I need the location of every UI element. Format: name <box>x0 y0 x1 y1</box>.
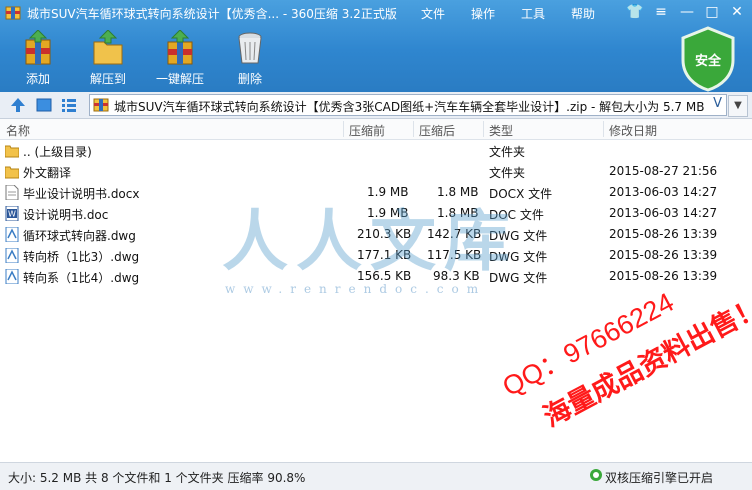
row-name: .. (上级目录) <box>23 145 92 159</box>
close-button[interactable]: ✕ <box>726 3 748 21</box>
column-name[interactable]: 名称 <box>6 122 30 139</box>
menu-operate[interactable]: 操作 <box>471 5 495 22</box>
status-bar: 大小: 5.2 MB 共 8 个文件和 1 个文件夹 压缩率 90.8% 双核压… <box>0 462 752 490</box>
address-row: 城市SUV汽车循环球式转向系统设计【优秀含3张CAD图纸+汽车车辆全套毕业设计】… <box>0 92 752 119</box>
extract-folder-icon <box>93 30 123 65</box>
column-divider[interactable] <box>483 121 484 137</box>
window-chrome: 城市SUV汽车循环球式转向系统设计【优秀含... - 360压缩 3.2正式版 … <box>0 0 752 92</box>
svg-text:W: W <box>8 210 16 219</box>
watermark-url: www.renrendoc.com <box>225 282 487 296</box>
column-divider[interactable] <box>413 121 414 137</box>
add-button[interactable]: 添加 <box>8 28 68 88</box>
menu-icon[interactable]: ≡ <box>650 3 672 21</box>
skin-icon[interactable]: 👕 <box>624 3 646 21</box>
address-dropdown-button[interactable]: ▼ <box>728 95 748 117</box>
security-shield[interactable]: 安全 <box>679 26 737 92</box>
title-bar: 城市SUV汽车循环球式转向系统设计【优秀含... - 360压缩 3.2正式版 … <box>0 0 752 26</box>
row-name: 设计说明书.doc <box>23 208 109 222</box>
row-date: 2015-08-27 21:56 <box>609 164 718 178</box>
folder-icon <box>5 166 19 179</box>
address-path: 城市SUV汽车循环球式转向系统设计【优秀含3张CAD图纸+汽车车辆全套毕业设计】… <box>114 100 705 114</box>
row-type: 文件夹 <box>489 166 526 180</box>
column-divider[interactable] <box>603 121 604 137</box>
trash-icon <box>238 32 262 64</box>
status-summary: 大小: 5.2 MB 共 8 个文件和 1 个文件夹 压缩率 90.8% <box>8 471 306 485</box>
watermark-logo: 人人文库 <box>222 202 518 280</box>
column-headers: 名称 压缩前 压缩后 类型 修改日期 <box>0 119 752 140</box>
row-date: 2013-06-03 14:27 <box>609 206 718 220</box>
row-type: 文件夹 <box>489 145 526 159</box>
column-size[interactable]: 压缩前 <box>349 122 385 139</box>
minimize-button[interactable]: — <box>676 3 698 21</box>
column-type[interactable]: 类型 <box>489 122 513 139</box>
maximize-button[interactable]: □ <box>701 3 723 21</box>
document-icon <box>5 185 19 200</box>
menu-file[interactable]: 文件 <box>421 5 445 22</box>
delete-button[interactable]: 删除 <box>220 28 280 88</box>
column-divider[interactable] <box>343 121 344 137</box>
row-date: 2015-08-26 13:39 <box>609 269 718 283</box>
column-packed[interactable]: 压缩后 <box>419 122 455 139</box>
one-click-extract-icon <box>167 30 193 65</box>
dwg-icon <box>5 269 19 284</box>
word-icon: W <box>5 206 19 221</box>
row-name: 外文翻译 <box>23 166 72 180</box>
engine-icon <box>590 469 602 481</box>
app-icon <box>5 6 21 20</box>
window-title: 城市SUV汽车循环球式转向系统设计【优秀含... - 360压缩 3.2正式版 <box>27 7 397 21</box>
folder-icon <box>5 145 19 158</box>
archive-icon <box>93 98 109 112</box>
row-date: 2013-06-03 14:27 <box>609 185 718 199</box>
status-engine: 双核压缩引擎已开启 <box>605 471 714 485</box>
row-date: 2015-08-26 13:39 <box>609 227 718 241</box>
row-name: 循环球式转向器.dwg <box>23 229 136 243</box>
add-archive-icon <box>25 30 51 65</box>
table-row[interactable]: 外文翻译 文件夹 2015-08-27 21:56 <box>0 161 752 182</box>
row-name: 转向桥（1比3）.dwg <box>23 250 140 264</box>
chevron-down-icon[interactable]: V <box>713 96 722 111</box>
menu-help[interactable]: 帮助 <box>571 5 595 22</box>
thumbnail-view-icon[interactable] <box>35 96 53 114</box>
up-arrow-icon[interactable] <box>9 96 27 114</box>
address-bar[interactable]: 城市SUV汽车循环球式转向系统设计【优秀含3张CAD图纸+汽车车辆全套毕业设计】… <box>89 94 727 116</box>
column-date[interactable]: 修改日期 <box>609 122 657 139</box>
menu-tools[interactable]: 工具 <box>521 5 545 22</box>
table-row[interactable]: .. (上级目录) 文件夹 <box>0 140 752 161</box>
extract-label: 解压到 <box>89 72 126 86</box>
row-date: 2015-08-26 13:39 <box>609 248 718 262</box>
delete-label: 删除 <box>237 72 262 86</box>
one-click-extract-button[interactable]: 一键解压 <box>148 28 212 88</box>
extract-to-button[interactable]: 解压到 <box>78 28 138 88</box>
security-label: 安全 <box>694 54 721 69</box>
dwg-icon <box>5 227 19 242</box>
add-label: 添加 <box>25 72 50 86</box>
list-view-icon[interactable] <box>60 96 78 114</box>
dwg-icon <box>5 248 19 263</box>
row-name: 毕业设计说明书.docx <box>23 187 140 201</box>
row-name: 转向系（1比4）.dwg <box>23 271 140 285</box>
one-click-label: 一键解压 <box>155 72 204 86</box>
